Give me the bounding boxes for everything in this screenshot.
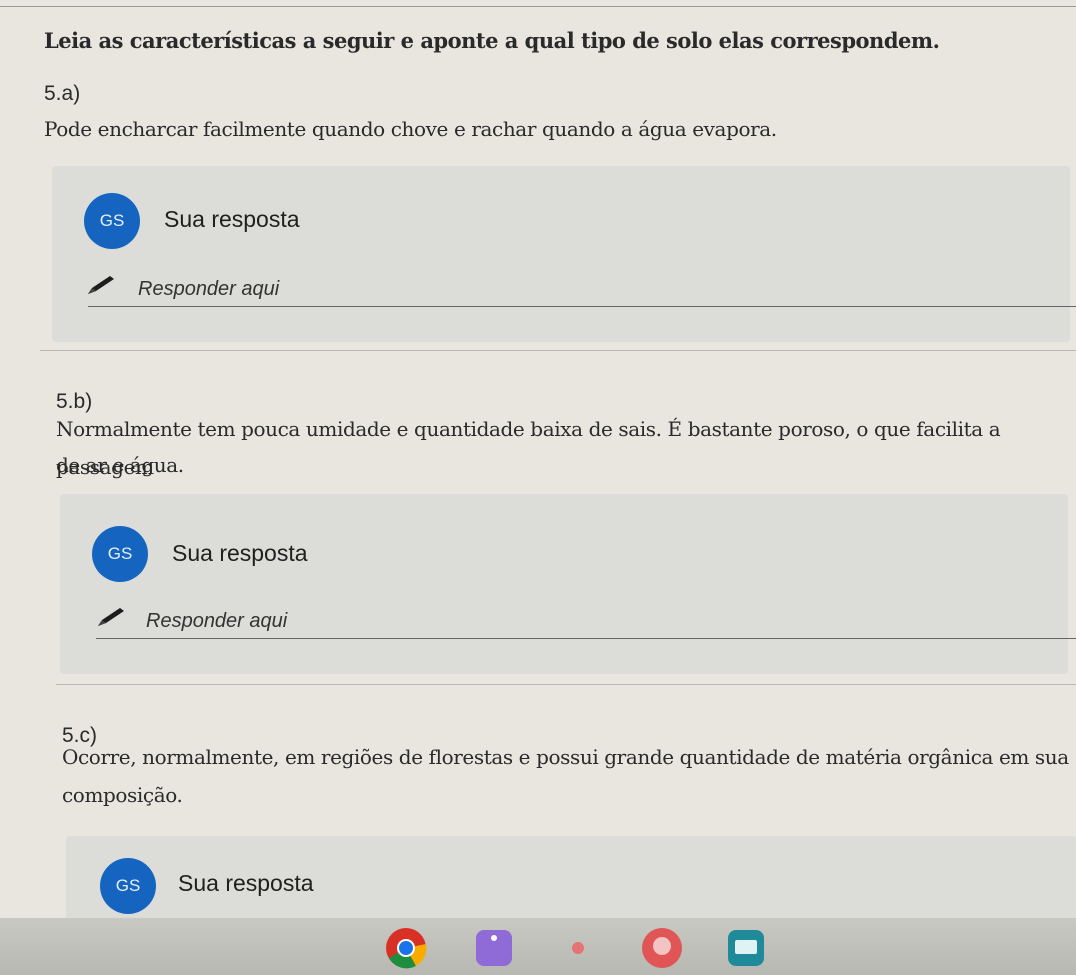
answer-input-a[interactable]	[88, 272, 1076, 307]
question-text-c-line1: Ocorre, normalmente, em regiões de flore…	[62, 745, 1069, 769]
question-label-a: 5.a)	[44, 82, 81, 105]
question-text-b-line1: Normalmente tem pouca umidade e quantida…	[56, 417, 1001, 479]
app-small-icon[interactable]	[556, 926, 600, 970]
section-divider	[40, 350, 1076, 351]
answer-heading: Sua resposta	[164, 206, 300, 232]
app-icon[interactable]	[472, 926, 516, 970]
answer-box-b: GS Sua resposta	[60, 494, 1076, 674]
avatar: GS	[100, 858, 156, 914]
app-teal-icon[interactable]	[724, 926, 768, 970]
question-text-a: Pode encharcar facilmente quando chove e…	[44, 117, 777, 141]
instruction-text: Leia as características a seguir e apont…	[44, 28, 940, 53]
question-text-b-line2: de ar e água.	[56, 453, 184, 477]
chrome-icon[interactable]	[384, 926, 428, 970]
answer-input-b[interactable]	[96, 604, 1076, 639]
top-divider	[0, 6, 1076, 7]
question-text-c-line2: composição.	[62, 783, 183, 807]
app-red-icon[interactable]	[640, 926, 684, 970]
answer-box-c: GS Sua resposta	[66, 836, 1076, 926]
avatar: GS	[84, 193, 140, 249]
avatar: GS	[92, 526, 148, 582]
answer-heading: Sua resposta	[172, 540, 308, 566]
taskbar	[0, 918, 1076, 975]
answer-box-a: GS Sua resposta	[52, 166, 1076, 342]
section-divider	[56, 684, 1076, 685]
answer-heading: Sua resposta	[178, 870, 314, 896]
page: Leia as características a seguir e apont…	[0, 0, 1076, 975]
